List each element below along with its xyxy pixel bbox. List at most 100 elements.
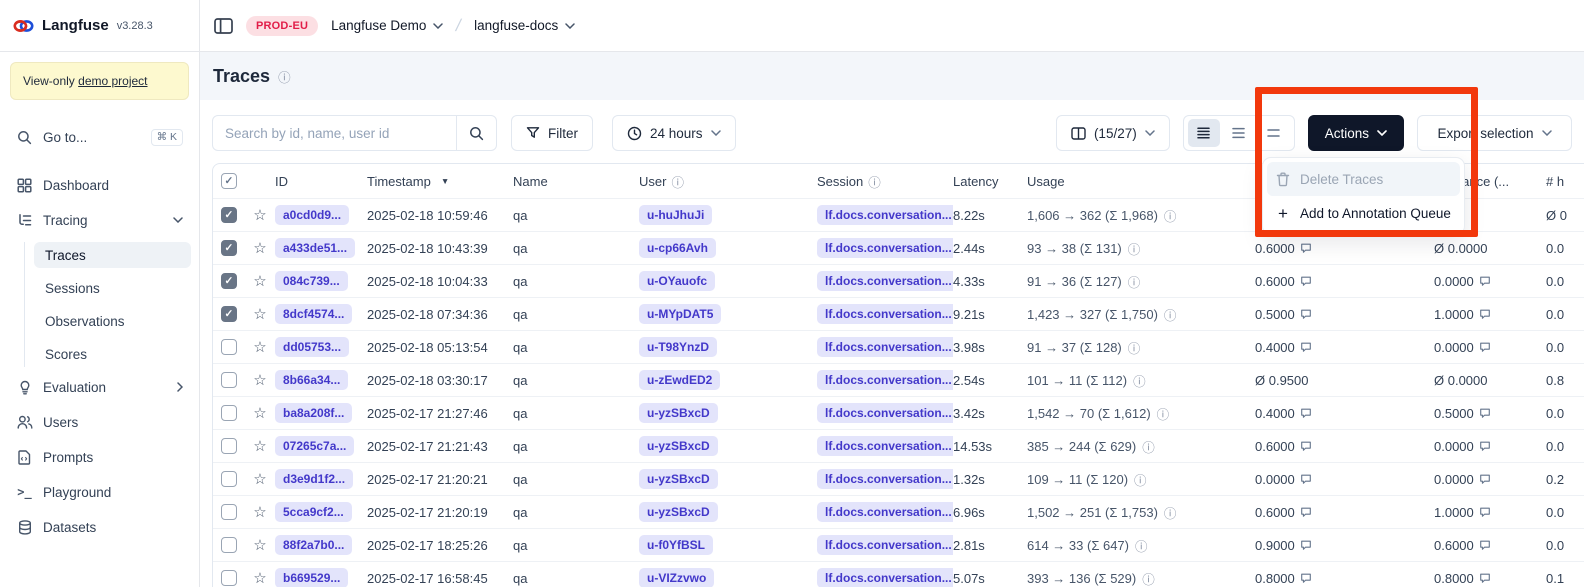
sidebar-item-datasets[interactable]: Datasets: [8, 514, 191, 540]
trace-id-badge[interactable]: 084c739...: [275, 271, 348, 291]
app-logo[interactable]: Langfuse v3.28.3: [0, 0, 199, 52]
project-selector[interactable]: langfuse-docs: [474, 18, 575, 33]
search-input[interactable]: [213, 126, 456, 141]
session-badge[interactable]: lf.docs.conversation...: [817, 469, 953, 489]
session-badge[interactable]: lf.docs.conversation...: [817, 370, 953, 390]
user-badge[interactable]: u-MYpDAT5: [639, 304, 721, 324]
bookmark-star-icon[interactable]: ☆: [253, 406, 266, 421]
row-checkbox[interactable]: [221, 240, 237, 256]
table-row[interactable]: ☆ a433de51... 2025-02-18 10:43:39 qa u-c…: [213, 232, 1584, 265]
org-selector[interactable]: Langfuse Demo: [331, 18, 443, 33]
trace-id-badge[interactable]: d3e9d1f2...: [275, 469, 353, 489]
search-submit-button[interactable]: [456, 116, 496, 150]
session-badge[interactable]: lf.docs.conversation...: [817, 238, 953, 258]
row-checkbox[interactable]: [221, 207, 237, 223]
user-badge[interactable]: u-OYauofc: [639, 271, 715, 291]
bookmark-star-icon[interactable]: ☆: [253, 538, 266, 553]
session-badge[interactable]: lf.docs.conversation...: [817, 205, 953, 225]
menu-item-add-to-annotation-queue[interactable]: + Add to Annotation Queue: [1267, 196, 1460, 230]
bookmark-star-icon[interactable]: ☆: [253, 208, 266, 223]
column-header-timestamp[interactable]: Timestamp▼: [367, 174, 513, 189]
filter-button[interactable]: Filter: [511, 115, 593, 151]
user-badge[interactable]: u-yzSBxcD: [639, 469, 718, 489]
row-checkbox[interactable]: [221, 372, 237, 388]
trace-id-badge[interactable]: 88f2a7b0...: [275, 535, 352, 555]
user-badge[interactable]: u-huJhuJi: [639, 205, 712, 225]
sidebar-item-traces[interactable]: Traces: [34, 242, 191, 268]
row-checkbox[interactable]: [221, 306, 237, 322]
bookmark-star-icon[interactable]: ☆: [253, 505, 266, 520]
column-header-usage[interactable]: Usage: [1027, 174, 1245, 189]
row-checkbox[interactable]: [221, 273, 237, 289]
trace-id-badge[interactable]: 07265c7a...: [275, 436, 354, 456]
trace-id-badge[interactable]: 8b66a34...: [275, 370, 348, 390]
column-header-score3[interactable]: # h: [1546, 174, 1584, 189]
trace-id-badge[interactable]: dd05753...: [275, 337, 349, 357]
sidebar-item-users[interactable]: Users: [8, 409, 191, 435]
user-badge[interactable]: u-f0YfBSL: [639, 535, 713, 555]
bookmark-star-icon[interactable]: ☆: [253, 571, 266, 586]
table-row[interactable]: ☆ 8b66a34... 2025-02-18 03:30:17 qa u-zE…: [213, 364, 1584, 397]
table-row[interactable]: ☆ 88f2a7b0... 2025-02-17 18:25:26 qa u-f…: [213, 529, 1584, 562]
demo-project-link[interactable]: demo project: [78, 74, 147, 88]
table-row[interactable]: ☆ dd05753... 2025-02-18 05:13:54 qa u-T9…: [213, 331, 1584, 364]
session-badge[interactable]: lf.docs.conversation...: [817, 502, 953, 522]
row-checkbox[interactable]: [221, 438, 237, 454]
sidebar-item-evaluation[interactable]: Evaluation: [8, 374, 191, 400]
bookmark-star-icon[interactable]: ☆: [253, 472, 266, 487]
row-checkbox[interactable]: [221, 339, 237, 355]
goto-search[interactable]: Go to... ⌘ K: [8, 124, 191, 150]
user-badge[interactable]: u-yzSBxcD: [639, 502, 718, 522]
table-row[interactable]: ☆ 8dcf4574... 2025-02-18 07:34:36 qa u-M…: [213, 298, 1584, 331]
sidebar-item-sessions[interactable]: Sessions: [34, 275, 191, 301]
sidebar-toggle-icon[interactable]: [214, 18, 233, 34]
session-badge[interactable]: lf.docs.conversation...: [817, 304, 953, 324]
row-height-medium-button[interactable]: [1223, 119, 1255, 147]
bookmark-star-icon[interactable]: ☆: [253, 439, 266, 454]
row-checkbox[interactable]: [221, 405, 237, 421]
trace-id-badge[interactable]: a0cd0d9...: [275, 205, 349, 225]
row-checkbox[interactable]: [221, 471, 237, 487]
column-header-id[interactable]: ID: [275, 174, 367, 189]
row-checkbox[interactable]: [221, 537, 237, 553]
trace-id-badge[interactable]: b669529...: [275, 568, 348, 587]
table-row[interactable]: ☆ 5cca9cf2... 2025-02-17 21:20:19 qa u-y…: [213, 496, 1584, 529]
sidebar-item-scores[interactable]: Scores: [34, 341, 191, 367]
session-badge[interactable]: lf.docs.conversation...: [817, 403, 953, 423]
session-badge[interactable]: lf.docs.conversation...: [817, 436, 953, 456]
trace-id-badge[interactable]: 8dcf4574...: [275, 304, 352, 324]
row-height-large-button[interactable]: [1258, 119, 1290, 147]
user-badge[interactable]: u-T98YnzD: [639, 337, 717, 357]
column-header-latency[interactable]: Latency: [953, 174, 1027, 189]
table-row[interactable]: ☆ 084c739... 2025-02-18 10:04:33 qa u-OY…: [213, 265, 1584, 298]
bookmark-star-icon[interactable]: ☆: [253, 373, 266, 388]
table-row[interactable]: ☆ b669529... 2025-02-17 16:58:45 qa u-VI…: [213, 562, 1584, 587]
export-selection-button[interactable]: Export selection: [1417, 115, 1572, 151]
session-badge[interactable]: lf.docs.conversation...: [817, 535, 953, 555]
table-row[interactable]: ☆ d3e9d1f2... 2025-02-17 21:20:21 qa u-y…: [213, 463, 1584, 496]
sidebar-item-observations[interactable]: Observations: [34, 308, 191, 334]
table-row[interactable]: ☆ ba8a208f... 2025-02-17 21:27:46 qa u-y…: [213, 397, 1584, 430]
trace-id-badge[interactable]: ba8a208f...: [275, 403, 352, 423]
table-row[interactable]: ☆ 07265c7a... 2025-02-17 21:21:43 qa u-y…: [213, 430, 1584, 463]
user-badge[interactable]: u-yzSBxcD: [639, 436, 718, 456]
trace-id-badge[interactable]: 5cca9cf2...: [275, 502, 352, 522]
user-badge[interactable]: u-zEwdED2: [639, 370, 720, 390]
sidebar-item-prompts[interactable]: Prompts: [8, 444, 191, 470]
column-header-user[interactable]: Userⓘ: [639, 172, 817, 191]
column-visibility-button[interactable]: (15/27): [1056, 115, 1170, 151]
sidebar-item-playground[interactable]: >_ Playground: [8, 479, 191, 505]
time-range-button[interactable]: 24 hours: [612, 115, 736, 151]
row-checkbox[interactable]: [221, 504, 237, 520]
session-badge[interactable]: lf.docs.conversation...: [817, 337, 953, 357]
select-all-checkbox[interactable]: [221, 173, 237, 189]
trace-id-badge[interactable]: a433de51...: [275, 238, 355, 258]
row-height-small-button[interactable]: [1188, 119, 1220, 147]
user-badge[interactable]: u-yzSBxcD: [639, 403, 718, 423]
bookmark-star-icon[interactable]: ☆: [253, 274, 266, 289]
bookmark-star-icon[interactable]: ☆: [253, 307, 266, 322]
session-badge[interactable]: lf.docs.conversation...: [817, 271, 953, 291]
session-badge[interactable]: lf.docs.conversation...: [817, 568, 953, 587]
column-header-name[interactable]: Name: [513, 174, 639, 189]
row-checkbox[interactable]: [221, 570, 237, 586]
